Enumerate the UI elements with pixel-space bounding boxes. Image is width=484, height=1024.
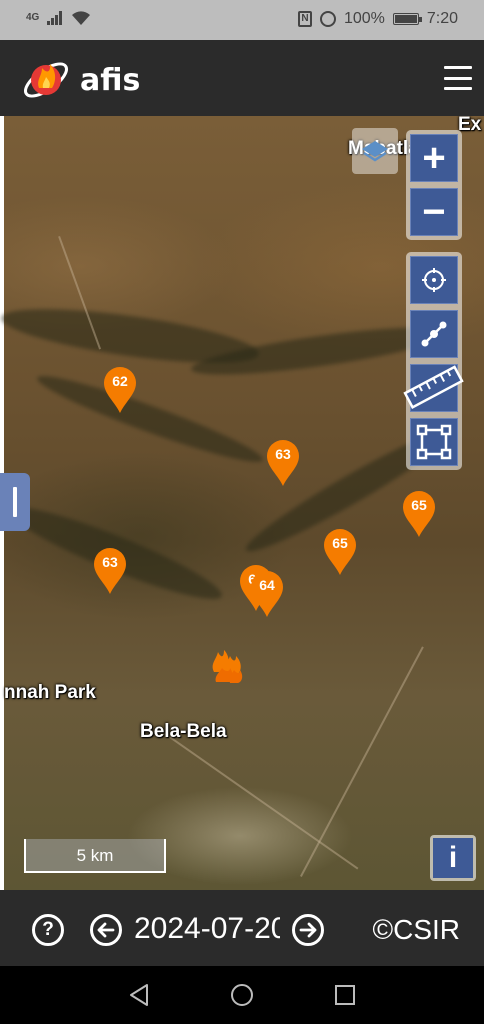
battery-icon: [392, 13, 422, 25]
fire-marker-count: 65: [332, 535, 348, 551]
map-scale-bar: 5 km: [24, 839, 166, 873]
svg-text:afis: afis: [80, 63, 140, 98]
map-tools: [403, 252, 464, 470]
nfc-icon: N: [297, 11, 312, 27]
fire-marker-count: 64: [259, 577, 275, 593]
fire-marker[interactable]: 65: [402, 490, 436, 538]
copyright-label: ©CSIR: [372, 914, 460, 945]
place-label-bela-bela: Bela-Bela: [140, 721, 227, 742]
zoom-controls: + −: [406, 130, 462, 240]
network-type: 4G: [26, 12, 40, 23]
fire-marker[interactable]: 65: [323, 528, 357, 576]
recents-icon[interactable]: [334, 983, 356, 1007]
info-button[interactable]: i: [430, 835, 476, 881]
measure-distance-icon[interactable]: [410, 310, 458, 358]
fire-marker[interactable]: 64: [250, 570, 284, 618]
clock: 7:20: [426, 10, 458, 27]
place-label-park: nnah Park: [4, 682, 96, 703]
ruler-icon[interactable]: [403, 364, 464, 412]
road: [168, 736, 359, 870]
wifi-icon: [72, 11, 91, 25]
afis-logo: afis: [20, 50, 170, 106]
zoom-in-button[interactable]: +: [410, 134, 458, 182]
date-bar: ? 2024-07-20 ©CSIR: [0, 890, 484, 966]
fire-marker-count: 62: [112, 373, 128, 389]
fire-marker[interactable]: 63: [93, 547, 127, 595]
active-fire-icon[interactable]: [208, 640, 248, 684]
next-date-button[interactable]: [292, 914, 324, 946]
battery-percent: 100%: [343, 10, 385, 27]
alarm-icon: [319, 11, 336, 27]
terrain-ridge: [32, 365, 268, 473]
system-nav-bar: [0, 966, 484, 1024]
current-date[interactable]: 2024-07-20: [134, 910, 280, 948]
arrow-right-icon: [299, 922, 317, 938]
arrow-left-icon: [97, 922, 115, 938]
signal-icon: [47, 11, 63, 25]
fire-marker-count: 63: [275, 446, 291, 462]
draw-area-icon[interactable]: [410, 418, 458, 466]
fire-marker-count: 63: [102, 554, 118, 570]
fire-marker[interactable]: 63: [266, 439, 300, 487]
fire-marker-count: 65: [411, 497, 427, 513]
app-header: afis: [0, 40, 484, 116]
help-button[interactable]: ?: [32, 914, 64, 946]
fire-marker[interactable]: 62: [103, 366, 137, 414]
status-bar: 4G N 100% 7:20: [0, 0, 484, 40]
zoom-out-button[interactable]: −: [410, 188, 458, 236]
previous-date-button[interactable]: [90, 914, 122, 946]
back-icon[interactable]: [128, 983, 150, 1007]
layers-icon[interactable]: [352, 128, 398, 174]
road: [300, 646, 424, 877]
info-icon: i: [433, 838, 473, 878]
hamburger-menu-icon[interactable]: [444, 66, 472, 90]
home-icon[interactable]: [230, 983, 254, 1007]
map-view[interactable]: Mabatlane Ex nnah Park Bela-Bela 62 63 6…: [0, 116, 484, 890]
locate-icon[interactable]: [410, 256, 458, 304]
side-panel-toggle[interactable]: [0, 473, 30, 531]
